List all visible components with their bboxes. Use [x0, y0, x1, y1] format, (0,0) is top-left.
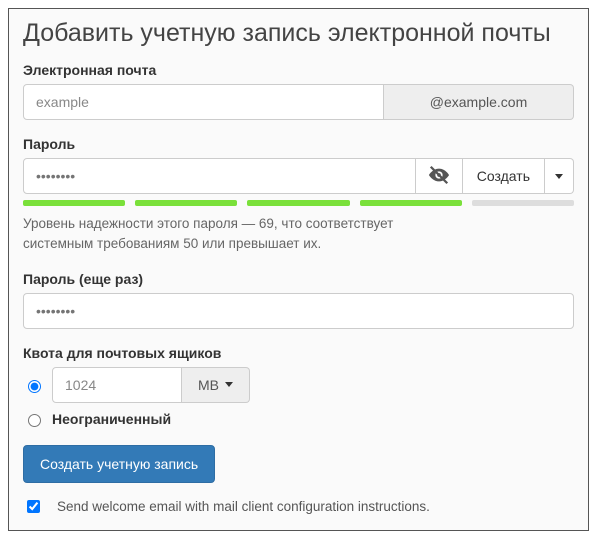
- quota-limited-radio[interactable]: [28, 380, 41, 393]
- chevron-down-icon: [225, 382, 233, 387]
- welcome-email-label: Send welcome email with mail client conf…: [57, 499, 430, 514]
- password-reveal-button[interactable]: [416, 158, 463, 194]
- add-email-account-panel: Добавить учетную запись электронной почт…: [8, 8, 589, 531]
- eye-off-icon: [428, 164, 450, 189]
- quota-label: Квота для почтовых ящиков: [23, 345, 574, 361]
- welcome-email-checkbox[interactable]: [27, 500, 40, 513]
- strength-seg: [23, 200, 125, 206]
- page-title: Добавить учетную запись электронной почт…: [23, 19, 574, 48]
- password-label: Пароль: [23, 136, 574, 152]
- strength-seg: [247, 200, 349, 206]
- strength-seg: [472, 200, 574, 206]
- quota-unlimited-label: Неограниченный: [52, 411, 171, 427]
- quota-unlimited-radio[interactable]: [28, 414, 41, 427]
- password-generate-button[interactable]: Создать: [463, 158, 545, 194]
- chevron-down-icon: [555, 174, 563, 179]
- password-strength-text: Уровень надежности этого пароля — 69, чт…: [23, 214, 574, 255]
- password-strength-meter: [23, 200, 574, 206]
- password-generate-options-button[interactable]: [545, 158, 574, 194]
- quota-value-input[interactable]: [52, 367, 182, 403]
- password-input[interactable]: [23, 158, 416, 194]
- strength-seg: [360, 200, 462, 206]
- password-confirm-input[interactable]: [23, 293, 574, 329]
- quota-unit-label: MB: [198, 377, 219, 393]
- email-domain-addon: @example.com: [384, 84, 574, 120]
- quota-limited-row: MB: [23, 367, 574, 403]
- email-input[interactable]: [23, 84, 384, 120]
- email-field-block: Электронная почта @example.com: [23, 62, 574, 120]
- email-label: Электронная почта: [23, 62, 574, 78]
- create-account-button[interactable]: Создать учетную запись: [23, 445, 215, 483]
- quota-field-block: Квота для почтовых ящиков MB Неограничен…: [23, 345, 574, 427]
- welcome-email-row: Send welcome email with mail client conf…: [23, 497, 574, 516]
- password-confirm-label: Пароль (еще раз): [23, 271, 574, 287]
- quota-unlimited-row: Неограниченный: [23, 411, 574, 427]
- password-field-block: Пароль Создать: [23, 136, 574, 329]
- strength-seg: [135, 200, 237, 206]
- quota-unit-select[interactable]: MB: [182, 367, 250, 403]
- email-input-group: @example.com: [23, 84, 574, 120]
- password-input-group: Создать: [23, 158, 574, 194]
